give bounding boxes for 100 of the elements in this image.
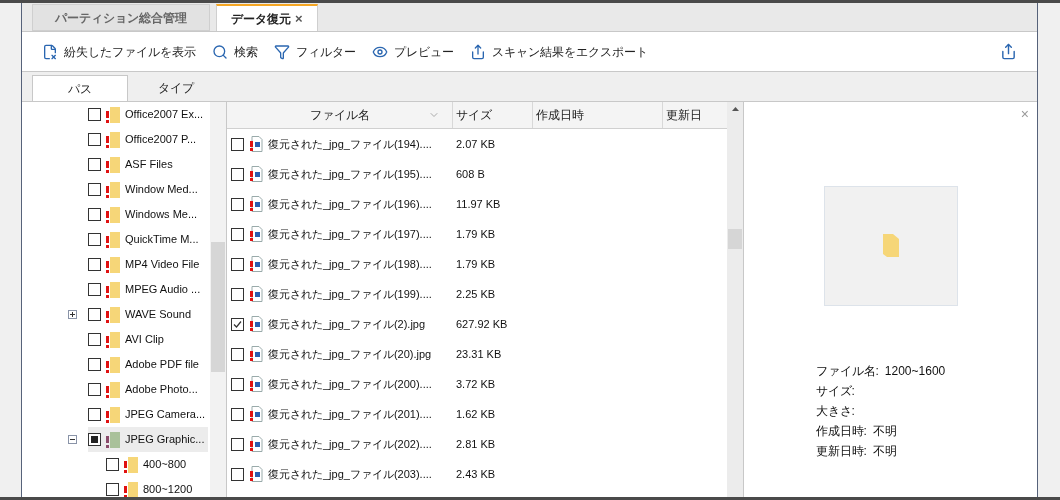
expand-icon[interactable]	[68, 310, 77, 319]
share-icon[interactable]	[1000, 43, 1017, 60]
file-size: 627.92 KB	[455, 316, 508, 332]
tree-item[interactable]: QuickTime M...	[88, 227, 203, 252]
file-size: 2.25 KB	[455, 286, 496, 302]
collapse-icon[interactable]	[68, 435, 77, 444]
tree-item[interactable]: MPEG Audio ...	[88, 277, 205, 302]
column-header[interactable]: サイズ	[453, 102, 533, 128]
checkbox[interactable]	[231, 137, 244, 151]
tab[interactable]: パス	[32, 75, 128, 101]
scroll-up-icon[interactable]	[731, 107, 739, 111]
file-size: 1.79 KB	[455, 256, 496, 272]
scrollbar-thumb[interactable]	[728, 229, 742, 249]
filter-icon	[274, 43, 290, 60]
tab[interactable]: パーティション総合管理	[32, 4, 210, 31]
info-label: ファイル名:	[815, 363, 879, 378]
file-size: 2.81 KB	[455, 436, 496, 452]
folder-warning-icon	[105, 380, 121, 399]
info-label: 大きさ:	[815, 403, 855, 418]
image-file-icon	[249, 376, 263, 392]
info-label: 作成日時:	[815, 423, 867, 438]
file-name: 復元された_jpg_ファイル(198)....	[268, 256, 432, 272]
tree-item[interactable]: ASF Files	[88, 152, 177, 177]
scrollbar[interactable]	[210, 102, 226, 497]
checkbox[interactable]	[231, 467, 244, 481]
file-size: 23.31 KB	[455, 346, 502, 362]
toolbar-button[interactable]: 紛失したファイルを表示	[42, 42, 196, 61]
checkbox[interactable]	[231, 377, 244, 391]
file-size: 2.07 KB	[455, 136, 496, 152]
tree-item[interactable]: JPEG Graphic...	[88, 427, 209, 452]
checkbox[interactable]	[231, 287, 244, 301]
checkbox[interactable]	[88, 308, 101, 321]
folder-warning-icon	[105, 405, 121, 424]
file-name: 復元された_jpg_ファイル(2).jpg	[268, 316, 426, 332]
checkbox[interactable]	[88, 433, 101, 446]
toolbar-button[interactable]: フィルター	[274, 42, 356, 61]
close-tab-button[interactable]: ×	[295, 8, 303, 29]
checkbox[interactable]	[88, 208, 101, 221]
toolbar-button[interactable]: スキャン結果をエクスポート	[470, 42, 648, 61]
tree-item[interactable]: Adobe PDF file	[88, 352, 203, 377]
export-icon	[470, 43, 486, 60]
checkbox[interactable]	[231, 437, 244, 451]
column-header[interactable]: ファイル名	[227, 102, 453, 128]
checkbox[interactable]	[88, 283, 101, 296]
folder-warning-icon	[105, 255, 121, 274]
tree-item[interactable]: Office2007 Ex...	[88, 102, 208, 127]
info-value: 不明	[872, 443, 897, 458]
folder-warning-icon	[105, 280, 121, 299]
tab[interactable]: データ復元 ×	[216, 4, 318, 31]
search-icon	[212, 43, 228, 60]
toolbar-button[interactable]: 検索	[212, 42, 258, 61]
checkbox[interactable]	[88, 133, 101, 146]
checkbox[interactable]	[231, 167, 244, 181]
checkbox[interactable]	[231, 257, 244, 271]
tree-item[interactable]: Windows Me...	[88, 202, 202, 227]
checkbox[interactable]	[88, 158, 101, 171]
missing-file-icon	[42, 43, 58, 60]
scrollbar-thumb[interactable]	[211, 242, 225, 372]
checkbox[interactable]	[88, 408, 101, 421]
checkbox[interactable]	[88, 358, 101, 371]
checkbox[interactable]	[88, 383, 101, 396]
checkbox[interactable]	[106, 483, 119, 496]
image-file-icon	[249, 166, 263, 182]
tree-item[interactable]: Adobe Photo...	[88, 377, 202, 402]
tree-item[interactable]: AVI Clip	[88, 327, 168, 352]
file-size: 2.43 KB	[455, 466, 496, 482]
tree-item[interactable]: Window Med...	[88, 177, 202, 202]
checkbox[interactable]	[231, 317, 244, 331]
toolbar-button[interactable]: プレビュー	[372, 42, 454, 61]
file-size: 11.97 KB	[455, 196, 501, 212]
file-name: 復元された_jpg_ファイル(199)....	[268, 286, 432, 302]
folder-warning-icon	[105, 155, 121, 174]
checkbox[interactable]	[231, 347, 244, 361]
checkbox[interactable]	[88, 183, 101, 196]
image-file-icon	[249, 226, 263, 242]
column-header[interactable]: 作成日時	[533, 102, 663, 128]
scrollbar[interactable]	[727, 102, 743, 497]
tree-item[interactable]: 400~800	[106, 452, 191, 477]
tree-item[interactable]: JPEG Camera...	[88, 402, 210, 427]
tree-item[interactable]: 800~1200	[106, 477, 197, 497]
folder-warning-icon	[105, 305, 121, 324]
tree-item[interactable]: MP4 Video File	[88, 252, 204, 277]
image-file-icon	[249, 136, 263, 152]
image-file-icon	[249, 436, 263, 452]
tab[interactable]: タイプ	[128, 75, 224, 101]
checkbox[interactable]	[88, 333, 101, 346]
tree-item[interactable]: Office2007 P...	[88, 127, 201, 152]
file-size: 3.72 KB	[455, 376, 496, 392]
checkbox[interactable]	[88, 258, 101, 271]
checkbox[interactable]	[231, 227, 244, 241]
tree-item[interactable]: WAVE Sound	[88, 302, 196, 327]
checkbox[interactable]	[231, 407, 244, 421]
checkbox[interactable]	[88, 108, 101, 121]
column-header[interactable]: 更新日	[663, 102, 727, 128]
folder-icon	[880, 233, 901, 259]
checkbox[interactable]	[88, 233, 101, 246]
checkbox[interactable]	[106, 458, 119, 471]
tab-label: データ復元	[231, 10, 291, 28]
checkbox[interactable]	[231, 197, 244, 211]
file-name: 復元された_jpg_ファイル(197)....	[268, 226, 432, 242]
